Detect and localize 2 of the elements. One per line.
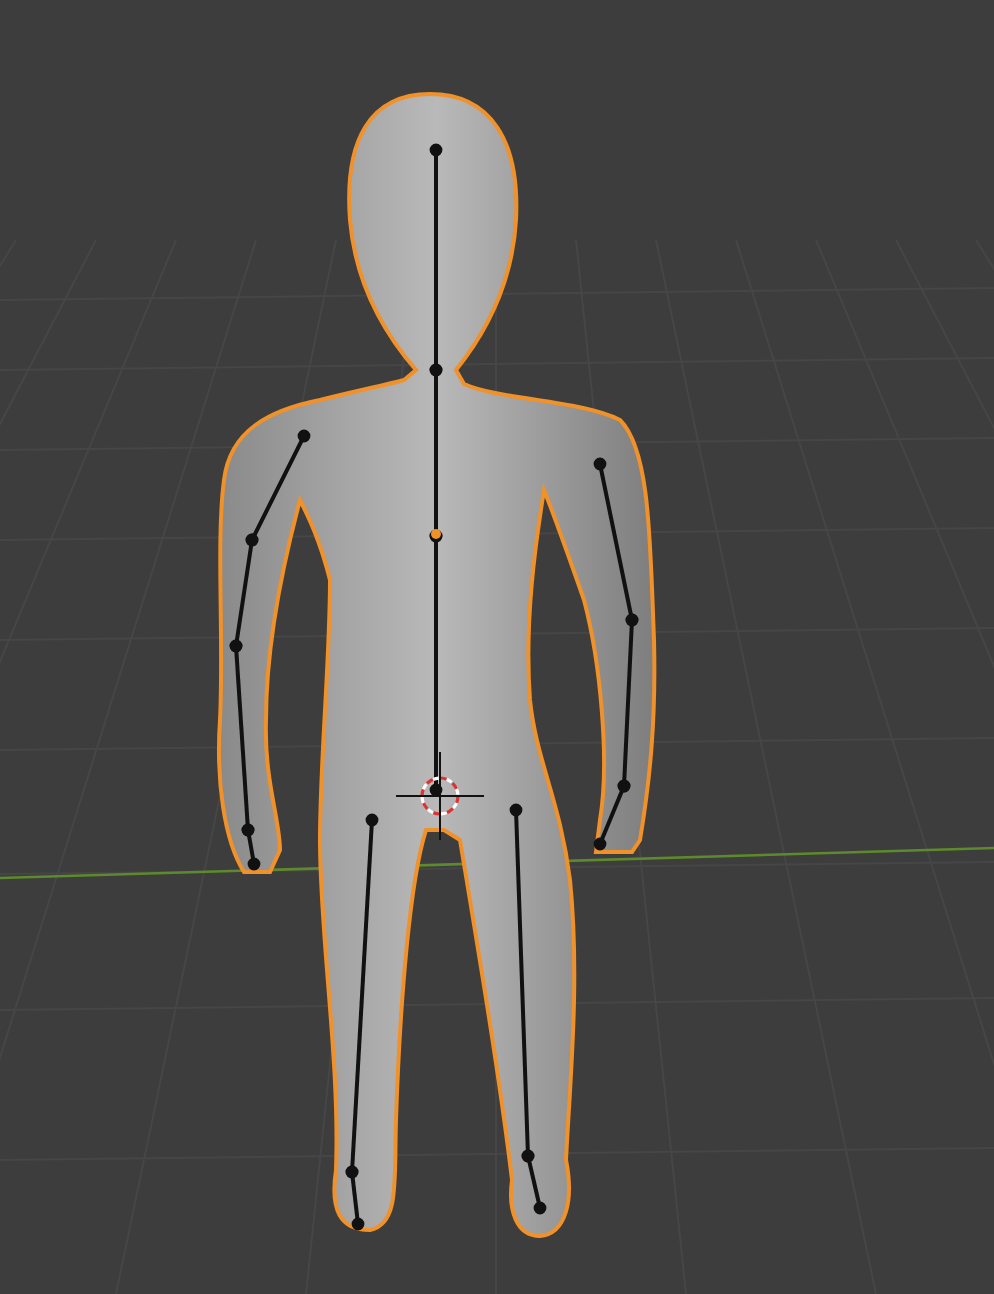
origin-dot bbox=[431, 529, 441, 539]
3d-cursor-icon[interactable] bbox=[395, 751, 485, 841]
